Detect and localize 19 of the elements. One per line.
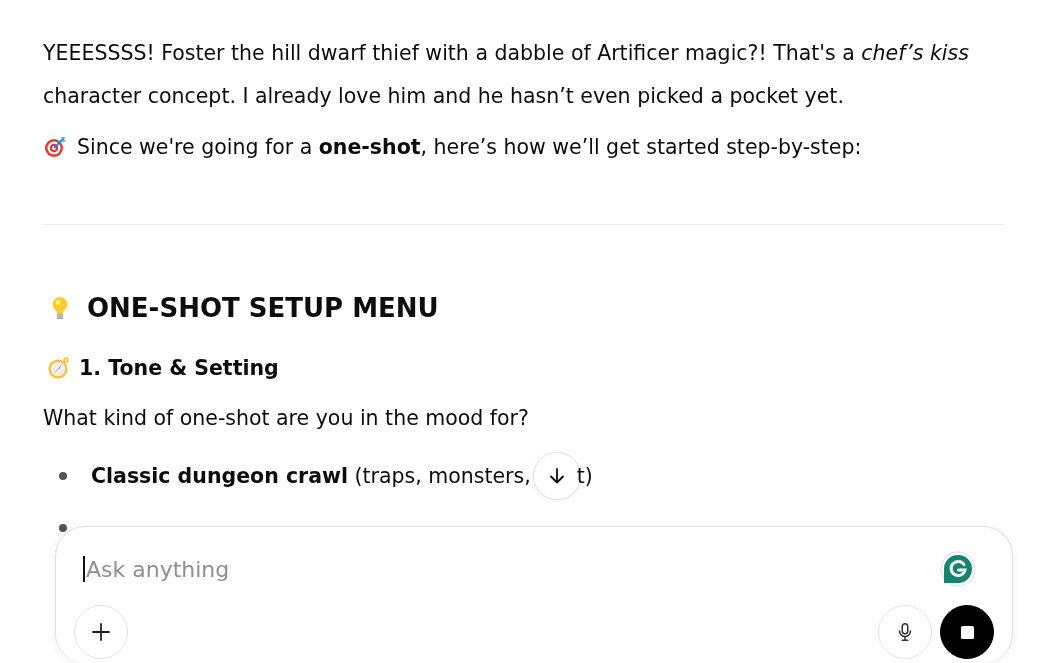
- grammar-assistant-icon[interactable]: [940, 551, 976, 587]
- microphone-button[interactable]: [878, 605, 932, 659]
- message-paragraph: Since we're going for a one-shot, here’s how we’ll get started step-by-step:: [77, 134, 862, 161]
- text-cursor: [83, 556, 85, 582]
- message-input[interactable]: Ask anything: [85, 556, 940, 582]
- bullet-dot: [59, 524, 67, 532]
- bullet-dot: [59, 472, 67, 480]
- plus-icon: [89, 620, 113, 644]
- compass-icon: [47, 356, 71, 380]
- target-icon: [43, 135, 67, 159]
- list-item-text: Classic dungeon crawl (traps, monsters,: [91, 464, 531, 488]
- section-heading: ONE-SHOT SETUP MENU: [87, 293, 439, 323]
- subsection-heading: 1. Tone & Setting: [79, 356, 279, 380]
- message-paragraph: YEEESSSS! Foster the hill dwarf thief with a dabble of Artificer magic?! That's a chef’s kiss character concept. I already love him and he hasn’t even picked a pocket yet.: [43, 40, 970, 110]
- stop-button[interactable]: [940, 605, 994, 659]
- stop-icon: [959, 624, 975, 640]
- add-button[interactable]: [74, 605, 128, 659]
- question-text: What kind of one-shot are you in the mood for?: [43, 405, 530, 432]
- list-item-text: t): [576, 464, 593, 488]
